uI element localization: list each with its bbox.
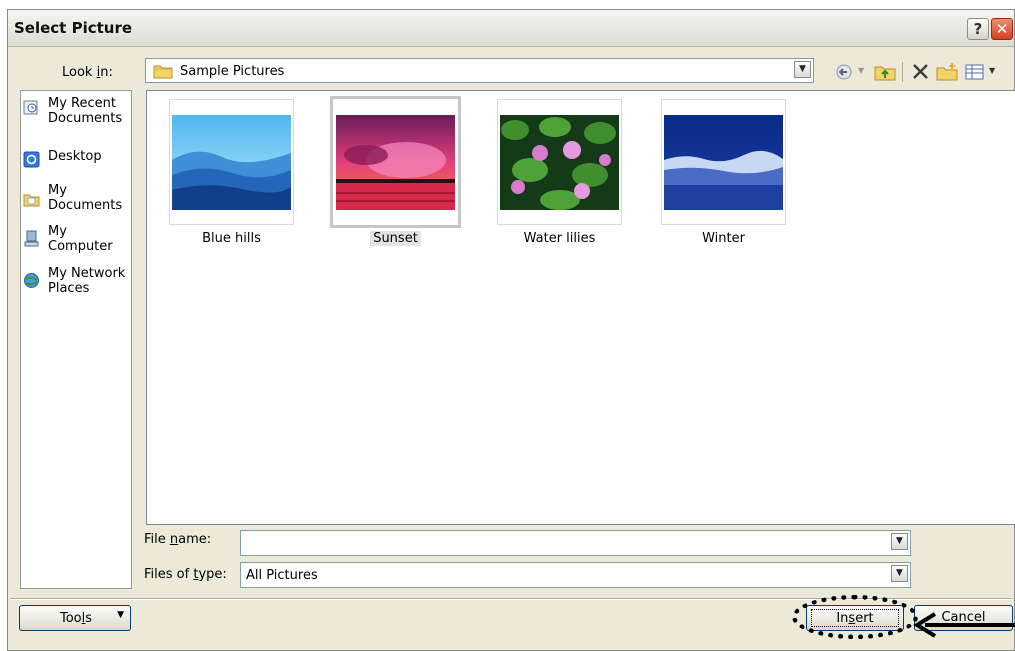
file-list[interactable]: Blue hills Sunset Water lilies Winter xyxy=(146,90,1015,525)
sunset-thumbnail xyxy=(336,115,455,210)
file-name-label-selected[interactable]: Sunset xyxy=(333,231,458,246)
close-button[interactable]: ✕ xyxy=(991,18,1013,40)
back-dropdown-icon[interactable]: ▼ xyxy=(858,66,864,75)
recent-documents-icon xyxy=(23,100,38,115)
dialog-title: Select Picture xyxy=(14,19,133,37)
folder-icon xyxy=(153,65,173,79)
file-name-label[interactable]: Winter xyxy=(661,231,786,246)
up-folder-icon[interactable] xyxy=(874,62,896,82)
files-of-type-dropdown[interactable]: All Pictures ▼ xyxy=(240,562,911,588)
insert-button[interactable]: Insert xyxy=(806,605,904,631)
new-folder-icon[interactable] xyxy=(936,62,958,82)
tools-button[interactable]: Tools ▼ xyxy=(19,605,131,631)
file-name-input[interactable]: ▼ xyxy=(240,530,911,556)
file-item-winter[interactable] xyxy=(661,99,786,225)
my-documents-icon xyxy=(23,194,40,207)
file-name-label-text: File name: xyxy=(144,532,212,547)
look-in-label: Look in: xyxy=(62,65,113,80)
look-in-dropdown[interactable]: Sample Pictures ▼ xyxy=(145,58,814,83)
bottom-divider xyxy=(10,598,1012,600)
chevron-down-icon[interactable]: ▼ xyxy=(891,565,908,582)
help-button[interactable]: ? xyxy=(967,18,989,40)
toolbar-separator xyxy=(902,62,903,82)
desktop-icon xyxy=(23,151,40,168)
views-dropdown-icon[interactable]: ▼ xyxy=(989,66,995,75)
water-lilies-thumbnail xyxy=(500,115,619,210)
file-item-water-lilies[interactable] xyxy=(497,99,622,225)
network-places-icon xyxy=(24,273,39,288)
file-item-blue-hills[interactable] xyxy=(169,99,294,225)
title-bar[interactable]: Select Picture ? ✕ xyxy=(8,10,1014,47)
file-name-label[interactable]: Blue hills xyxy=(169,231,294,246)
back-icon[interactable] xyxy=(834,62,856,82)
chevron-down-icon[interactable]: ▼ xyxy=(891,533,908,550)
file-item-sunset[interactable] xyxy=(330,96,461,228)
places-bar: My Recent Documents Desktop My Documents… xyxy=(20,90,132,589)
files-of-type-label: Files of type: xyxy=(144,567,227,582)
views-icon[interactable] xyxy=(964,62,986,82)
winter-thumbnail xyxy=(664,115,783,210)
select-picture-dialog: Select Picture ? ✕ Look in: Sample Pictu… xyxy=(7,9,1015,651)
blue-hills-thumbnail xyxy=(172,115,291,210)
cancel-button[interactable]: Cancel xyxy=(914,605,1013,631)
chevron-down-icon[interactable]: ▼ xyxy=(794,61,811,78)
delete-icon[interactable] xyxy=(910,62,932,82)
chevron-down-icon: ▼ xyxy=(117,610,124,620)
file-name-label[interactable]: Water lilies xyxy=(497,231,622,246)
look-in-value: Sample Pictures xyxy=(180,64,285,79)
my-computer-icon xyxy=(24,230,39,247)
